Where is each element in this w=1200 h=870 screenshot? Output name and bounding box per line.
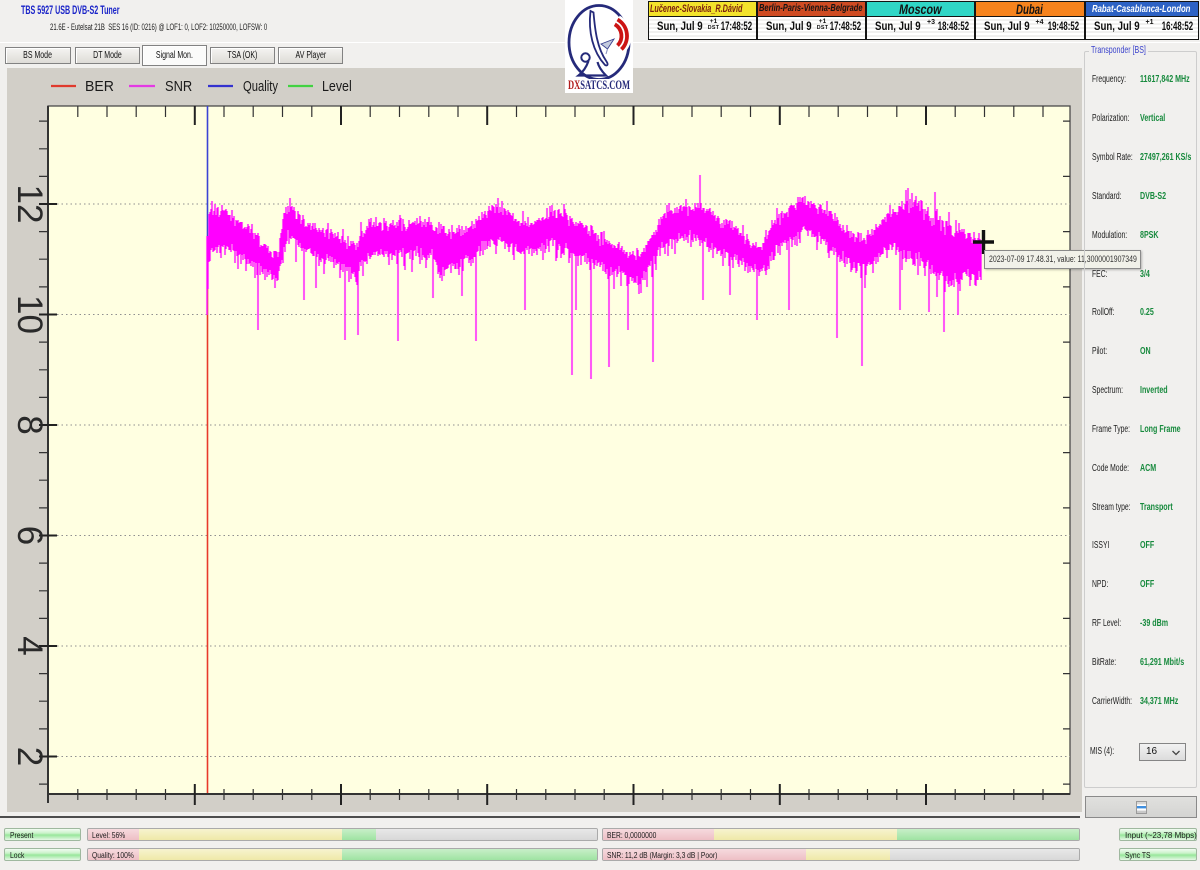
svg-text:4: 4 bbox=[10, 636, 49, 655]
svg-text:12: 12 bbox=[10, 185, 49, 224]
svg-text:2: 2 bbox=[10, 747, 49, 766]
svg-text:BER: BER bbox=[85, 79, 114, 95]
svg-text:DXSATCS.COM: DXSATCS.COM bbox=[568, 78, 630, 92]
svg-text:8: 8 bbox=[10, 415, 49, 434]
svg-text:SNR: SNR bbox=[165, 77, 192, 94]
svg-text:Quality: Quality bbox=[243, 77, 278, 94]
svg-text:10: 10 bbox=[10, 295, 49, 334]
svg-text:Level: Level bbox=[322, 78, 352, 94]
svg-text:6: 6 bbox=[10, 526, 49, 545]
